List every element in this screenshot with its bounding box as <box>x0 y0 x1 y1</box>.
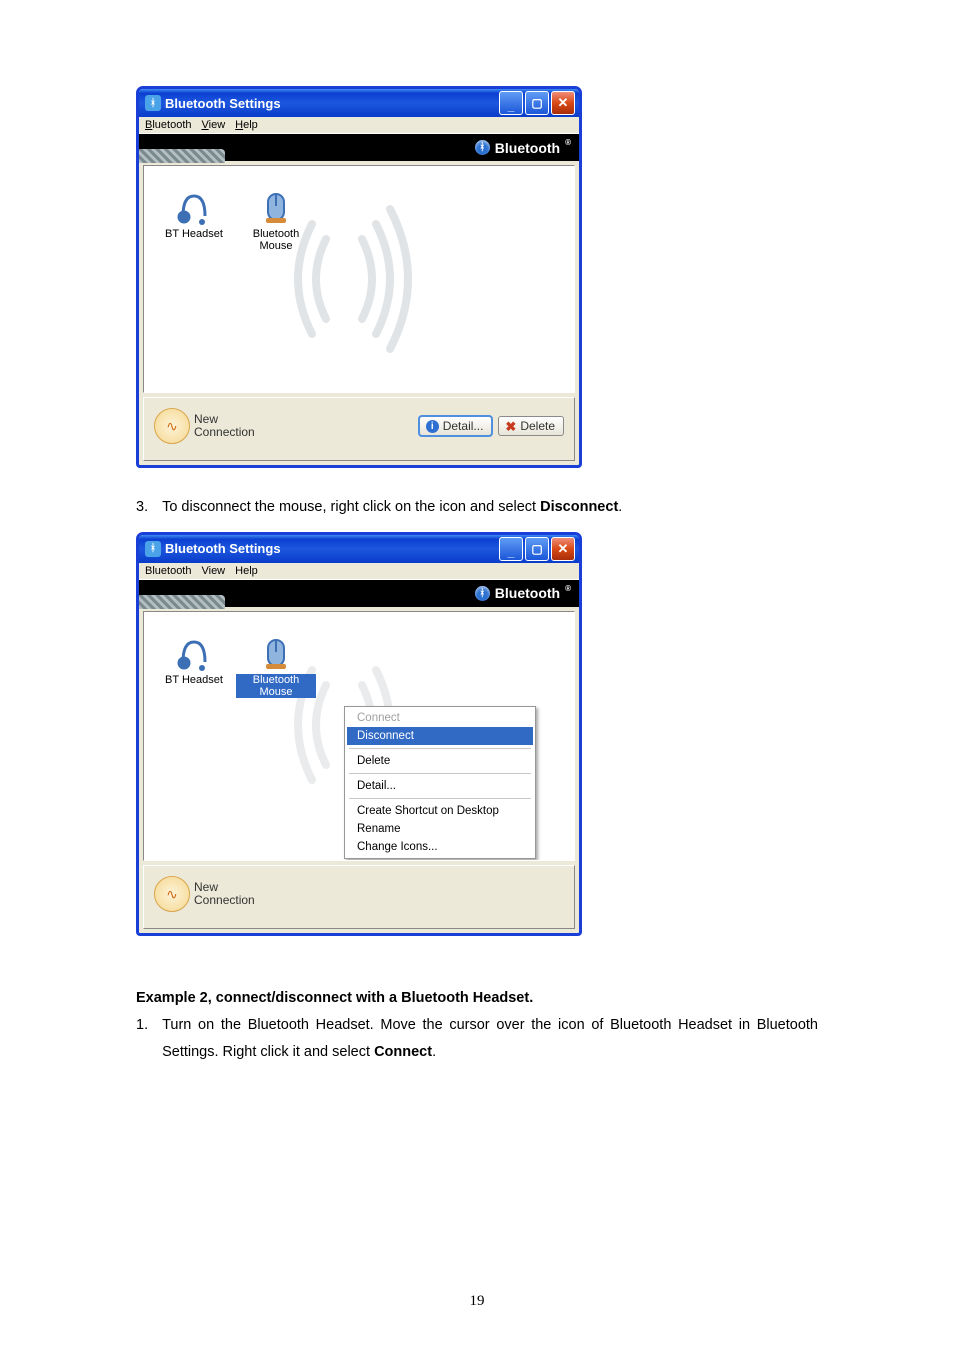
device-label: Bluetooth Mouse <box>253 228 299 252</box>
bluetooth-settings-window-1: ᚼ Bluetooth Settings _ ▢ ✕ Bluetooth Vie… <box>136 86 582 468</box>
window-title: Bluetooth Settings <box>165 541 281 556</box>
device-bluetooth-mouse[interactable]: Bluetooth Mouse <box>236 186 316 252</box>
brand-strip: ᚼ Bluetooth® <box>139 134 579 161</box>
brand-text: Bluetooth <box>495 585 560 601</box>
step-3-text: 3. To disconnect the mouse, right click … <box>136 496 818 520</box>
mouse-icon <box>256 186 296 226</box>
ctx-rename[interactable]: Rename <box>347 820 533 838</box>
device-list-area[interactable]: BT Headset Bluetooth Mouse <box>143 165 575 393</box>
device-label: Bluetooth Mouse <box>236 674 316 698</box>
menubar: Bluetooth View Help <box>139 117 579 134</box>
menu-help[interactable]: Help <box>235 119 258 131</box>
new-connection-button[interactable]: ∿ NewConnection <box>154 876 255 912</box>
bluetooth-app-icon: ᚼ <box>145 541 161 557</box>
bluetooth-app-icon: ᚼ <box>145 95 161 111</box>
antenna-icon: ∿ <box>154 876 190 912</box>
device-label: BT Headset <box>165 674 223 686</box>
ctx-disconnect[interactable]: Disconnect <box>347 727 533 745</box>
device-label: BT Headset <box>165 228 223 240</box>
ctx-delete[interactable]: Delete <box>347 752 533 770</box>
x-icon: ✖ <box>505 420 516 433</box>
new-connection-button[interactable]: ∿ NewConnection <box>154 408 255 444</box>
device-bt-headset[interactable]: BT Headset <box>154 186 234 240</box>
menubar: Bluetooth View Help <box>139 563 579 580</box>
headset-icon <box>174 632 214 672</box>
bottom-bar: ∿ NewConnection i Detail... ✖ Delete <box>143 397 575 461</box>
titlebar[interactable]: ᚼ Bluetooth Settings _ ▢ ✕ <box>139 535 579 563</box>
detail-button[interactable]: i Detail... <box>419 416 493 436</box>
maximize-button[interactable]: ▢ <box>525 537 549 561</box>
bottom-bar: ∿ NewConnection <box>143 865 575 929</box>
device-bluetooth-mouse[interactable]: Bluetooth Mouse <box>236 632 316 698</box>
menu-help[interactable]: Help <box>235 565 258 577</box>
ctx-change-icons[interactable]: Change Icons... <box>347 838 533 856</box>
page-number: 19 <box>470 1293 485 1310</box>
menu-view[interactable]: View <box>202 119 226 131</box>
brand-text: Bluetooth <box>495 140 560 156</box>
bluetooth-logo-icon: ᚼ <box>475 140 490 155</box>
menu-view[interactable]: View <box>201 565 225 577</box>
ctx-detail[interactable]: Detail... <box>347 777 533 795</box>
close-button[interactable]: ✕ <box>551 537 575 561</box>
bluetooth-logo-icon: ᚼ <box>475 586 490 601</box>
maximize-button[interactable]: ▢ <box>525 91 549 115</box>
device-bt-headset[interactable]: BT Headset <box>154 632 234 686</box>
titlebar[interactable]: ᚼ Bluetooth Settings _ ▢ ✕ <box>139 89 579 117</box>
antenna-icon: ∿ <box>154 408 190 444</box>
close-button[interactable]: ✕ <box>551 91 575 115</box>
menu-bluetooth[interactable]: Bluetooth <box>145 565 191 577</box>
delete-button[interactable]: ✖ Delete <box>498 416 564 436</box>
ctx-create-shortcut[interactable]: Create Shortcut on Desktop <box>347 802 533 820</box>
window-title: Bluetooth Settings <box>165 96 281 111</box>
menu-bluetooth[interactable]: Bluetooth <box>145 119 192 131</box>
minimize-button[interactable]: _ <box>499 537 523 561</box>
example2-heading: Example 2, connect/disconnect with a Blu… <box>136 990 818 1006</box>
brand-strip: ᚼ Bluetooth® <box>139 580 579 607</box>
context-menu: Connect Disconnect Delete Detail... Crea… <box>344 706 536 859</box>
example2-step1: 1. Turn on the Bluetooth Headset. Move t… <box>136 1012 818 1067</box>
bluetooth-settings-window-2: ᚼ Bluetooth Settings _ ▢ ✕ Bluetooth Vie… <box>136 532 582 936</box>
headset-icon <box>174 186 214 226</box>
mouse-icon <box>256 632 296 672</box>
minimize-button[interactable]: _ <box>499 91 523 115</box>
device-list-area[interactable]: BT Headset Bluetooth Mouse Connect Disco… <box>143 611 575 861</box>
ctx-connect: Connect <box>347 709 533 727</box>
info-icon: i <box>426 420 439 433</box>
